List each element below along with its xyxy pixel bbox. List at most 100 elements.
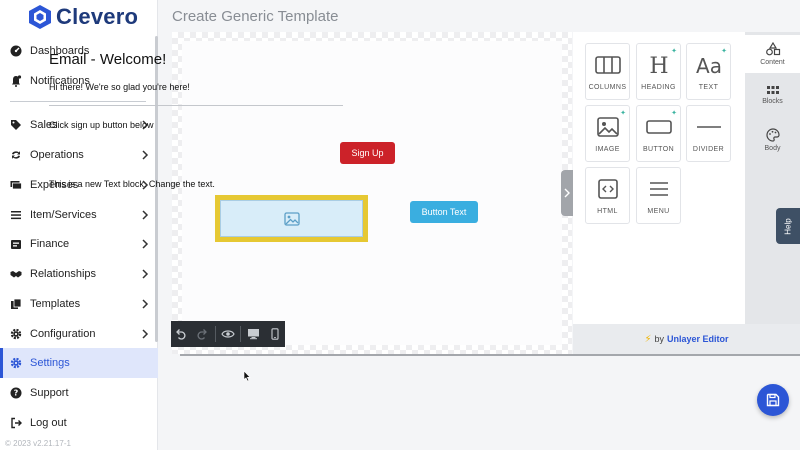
columns-icon [594,56,621,74]
tab-body[interactable]: Body [745,121,800,159]
footer-by: by [654,334,665,344]
heading-icon: H [649,54,668,77]
page-title: Create Generic Template [172,8,339,25]
clevero-logo-icon [29,5,51,29]
tool-label: HEADING [641,84,676,91]
version-text: © 2023 v2.21.17-1 [5,439,71,448]
tab-label: Body [764,145,781,152]
logout-icon [9,417,22,430]
unlayer-footer[interactable]: ⚡ by Unlayer Editor [573,324,800,354]
sidebar-item-label: Log out [30,417,67,429]
editor-toolbar [171,321,285,347]
image-icon [283,211,300,226]
image-icon [596,117,619,137]
content-tools-panel: COLUMNS ✦ H HEADING ✦ Aa TEXT ✦ IMAGE ✦ … [573,32,745,324]
tool-image[interactable]: ✦ IMAGE [585,105,630,162]
mobile-icon [271,328,279,340]
gear-icon [9,357,22,370]
email-cta-text[interactable]: Click sign up button below [49,120,154,130]
text-icon: Aa [696,54,722,77]
chevron-right-icon [142,299,149,309]
sidebar-item-label: Item/Services [30,209,97,221]
palette-icon [765,128,780,142]
money-icon [9,179,22,192]
collapse-panel-button[interactable] [561,170,573,216]
toolbar-separator [214,326,216,342]
tool-label: TEXT [698,84,719,91]
gear-icon [9,328,22,341]
email-greeting-text[interactable]: Hi there! We're so glad you're here! [49,82,190,92]
mouse-cursor-icon [243,370,251,382]
tool-label: COLUMNS [588,84,627,91]
email-body[interactable] [182,41,562,345]
sidebar-item-finance[interactable]: Finance [0,229,158,259]
tool-label: HTML [597,208,618,215]
tab-content[interactable]: Content [745,35,800,73]
redo-button[interactable] [192,321,213,347]
email-new-text-block[interactable]: This is a new Text block. Change the tex… [49,179,215,189]
button-icon [645,120,672,134]
save-icon [766,393,780,407]
sidebar-item-logout[interactable]: Log out [0,408,158,438]
editor-bottom-border [180,354,800,356]
tab-blocks[interactable]: Blocks [745,76,800,114]
chevron-right-icon [142,239,149,249]
bell-icon [9,75,22,88]
toolbar-separator [240,326,242,342]
help-circle-icon: ? [9,387,22,400]
editor-tab-strip: Content Blocks Body [745,32,800,324]
tool-divider[interactable]: DIVIDER [686,105,731,162]
sparkle-icon: ✦ [721,48,727,55]
mobile-view-button[interactable] [264,321,285,347]
sidebar-item-item-services[interactable]: Item/Services [0,200,158,230]
sidebar-item-templates[interactable]: Templates [0,289,158,319]
sidebar-item-settings[interactable]: Settings [0,348,158,378]
svg-text:Aa: Aa [696,54,722,77]
tool-columns[interactable]: COLUMNS [585,43,630,100]
preview-button[interactable] [218,321,239,347]
sidebar-item-relationships[interactable]: Relationships [0,259,158,289]
shapes-icon [765,42,780,56]
chevron-right-icon [142,269,149,279]
secondary-button[interactable]: Button Text [410,201,478,223]
eye-icon [221,330,235,338]
chevron-right-icon [142,329,149,339]
email-canvas[interactable] [172,32,572,354]
tool-heading[interactable]: ✦ H HEADING [636,43,681,100]
sparkle-icon: ✦ [620,110,626,117]
redo-icon [197,329,208,340]
email-divider[interactable] [49,105,343,106]
help-tab[interactable]: Help [776,208,800,244]
chevron-right-icon [142,210,149,220]
sidebar-item-label: Relationships [30,268,97,280]
sidebar-item-operations[interactable]: Operations [0,140,158,170]
signup-button[interactable]: Sign Up [340,142,395,164]
tool-text[interactable]: ✦ Aa TEXT [686,43,731,100]
tool-menu[interactable]: MENU [636,167,681,224]
repeat-icon [9,149,22,162]
tab-label: Content [760,59,785,66]
tag-icon [9,119,22,132]
sparkle-icon: ✦ [671,110,677,117]
save-button[interactable] [757,384,789,416]
sidebar-item-configuration[interactable]: Configuration [0,319,158,349]
tool-label: DIVIDER [692,146,725,153]
menu-icon [649,182,668,196]
undo-button[interactable] [171,321,192,347]
logo[interactable]: Clevero [28,4,138,30]
tool-html[interactable]: HTML [585,167,630,224]
bolt-icon: ⚡ [644,333,652,345]
email-heading[interactable]: Email - Welcome! [49,51,166,68]
logo-text: Clevero [56,4,139,29]
desktop-view-button[interactable] [243,321,264,347]
dashboard-icon [9,45,22,58]
sidebar-item-support[interactable]: ? Support [0,378,158,408]
image-placeholder[interactable] [220,200,363,237]
list-icon [9,209,22,222]
divider-icon [696,126,721,128]
tool-button[interactable]: ✦ BUTTON [636,105,681,162]
bank-icon [9,238,22,251]
footer-brand[interactable]: Unlayer Editor [667,334,729,344]
image-block-selected[interactable] [215,195,368,242]
desktop-icon [248,329,260,340]
